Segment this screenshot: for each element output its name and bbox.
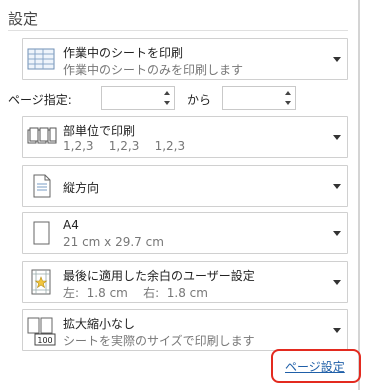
print-what-subtitle: 作業中のシートのみを印刷します <box>63 63 244 77</box>
margins-subtitle: 左: 1.8 cm 右: 1.8 cm <box>63 286 208 300</box>
portrait-icon <box>27 172 55 200</box>
chevron-down-icon <box>333 280 341 285</box>
margins-title: 最後に適用した余白のユーザー設定 <box>63 269 255 283</box>
paper-icon <box>27 219 55 247</box>
paper-size-title: A4 <box>63 218 79 232</box>
spin-down-icon[interactable] <box>164 101 170 105</box>
print-what-title: 作業中のシートを印刷 <box>63 46 184 60</box>
panel-right-border <box>358 0 360 390</box>
sheet-icon <box>27 45 55 73</box>
paper-size-dropdown[interactable]: A4 21 cm x 29.7 cm <box>22 212 348 254</box>
scaling-subtitle: シートを実際のサイズで印刷します <box>63 334 255 348</box>
collation-title: 部単位で印刷 <box>63 124 136 138</box>
pages-label: ページ指定: <box>8 93 72 107</box>
margins-icon <box>27 268 55 296</box>
paper-size-subtitle: 21 cm x 29.7 cm <box>63 235 164 249</box>
page-setup-link[interactable]: ページ設定 <box>285 358 345 375</box>
collate-icon <box>27 123 57 151</box>
spin-down-icon[interactable] <box>285 101 291 105</box>
chevron-down-icon <box>333 135 341 140</box>
print-what-dropdown[interactable]: 作業中のシートを印刷 作業中のシートのみを印刷します <box>22 38 348 80</box>
chevron-down-icon <box>333 184 341 189</box>
scaling-dropdown[interactable]: 100 拡大縮小なし シートを実際のサイズで印刷します <box>22 309 348 351</box>
scaling-title: 拡大縮小なし <box>63 317 136 331</box>
chevron-down-icon <box>333 57 341 62</box>
spin-up-icon[interactable] <box>164 91 170 95</box>
orientation-title: 縦方向 <box>63 181 100 195</box>
scaling-icon-text: 100 <box>37 336 52 345</box>
orientation-dropdown[interactable]: 縦方向 <box>22 165 348 207</box>
chevron-down-icon <box>333 231 341 236</box>
spin-up-icon[interactable] <box>285 91 291 95</box>
scaling-icon: 100 <box>27 316 56 346</box>
collation-subtitle: 1,2,3 1,2,3 1,2,3 <box>63 139 186 153</box>
title-divider <box>8 30 348 31</box>
chevron-down-icon <box>333 328 341 333</box>
page-to-label: から <box>187 93 212 107</box>
page-to-input[interactable] <box>222 86 296 110</box>
collation-dropdown[interactable]: 部単位で印刷 1,2,3 1,2,3 1,2,3 <box>22 116 348 158</box>
section-title: 設定 <box>8 10 39 28</box>
page-range-row: ページ指定: から <box>0 86 360 112</box>
page-from-input[interactable] <box>101 86 175 110</box>
margins-dropdown[interactable]: 最後に適用した余白のユーザー設定 左: 1.8 cm 右: 1.8 cm <box>22 261 348 303</box>
